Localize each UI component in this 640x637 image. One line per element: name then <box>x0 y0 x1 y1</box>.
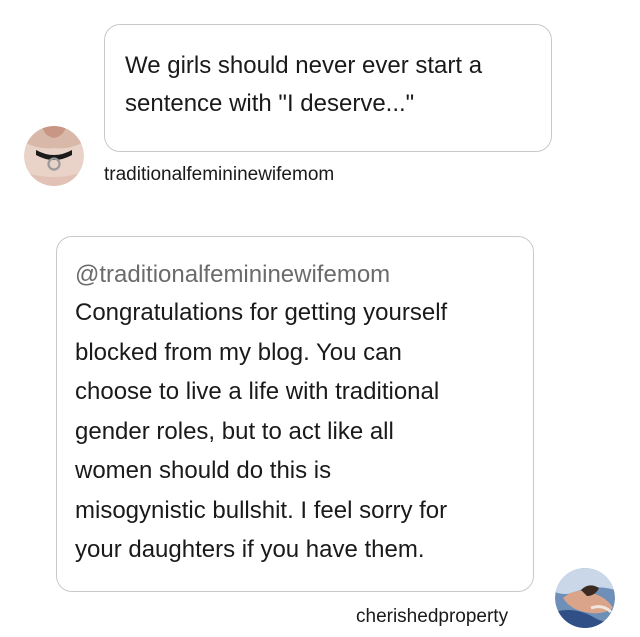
avatar-cherishedproperty[interactable] <box>555 568 615 628</box>
mention-link[interactable]: @traditionalfemininewifemom <box>75 257 515 293</box>
username-cherishedproperty[interactable]: cherishedproperty <box>356 606 508 628</box>
painting-avatar-icon <box>555 568 615 628</box>
message-bubble-2: @traditionalfemininewifemom Congratulati… <box>56 236 534 592</box>
username-traditionalfemininewifemom[interactable]: traditionalfemininewifemom <box>104 164 334 186</box>
message-text-2: Congratulations for getting yourself blo… <box>75 299 448 563</box>
choker-necklace-avatar-icon <box>24 126 84 186</box>
message-bubble-1: We girls should never ever start a sente… <box>104 24 552 152</box>
message-text-1: We girls should never ever start a sente… <box>125 52 483 117</box>
avatar-traditionalfemininewifemom[interactable] <box>24 126 84 186</box>
